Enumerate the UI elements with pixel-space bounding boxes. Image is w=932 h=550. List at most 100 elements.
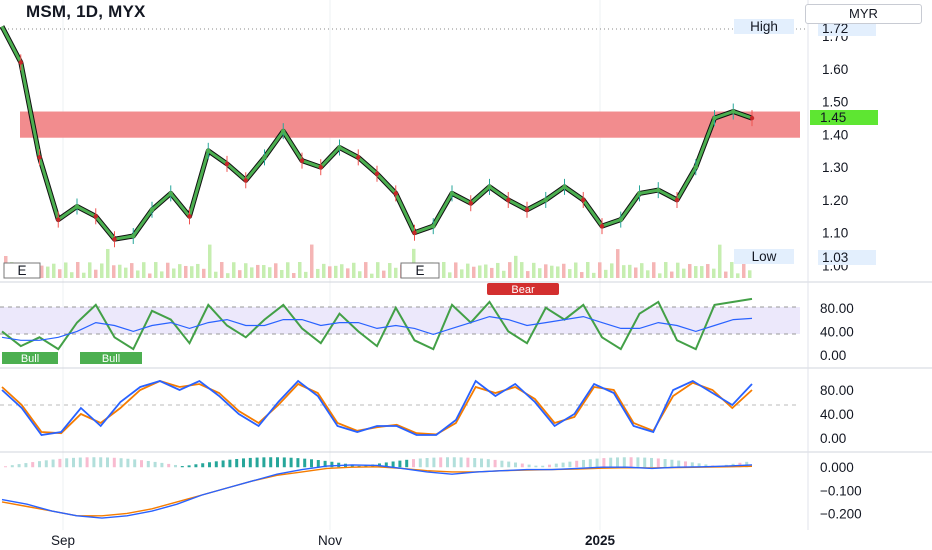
volume-bar [484,264,488,278]
volume-bar [382,270,386,278]
macd-histogram-bar [38,461,41,468]
macd-histogram-bar [201,463,205,468]
volume-bar [640,263,644,278]
macd-histogram-bar [208,462,211,468]
price-point [262,155,267,160]
volume-bar [454,262,458,278]
macd-histogram-bar [133,459,137,468]
volume-bar [316,268,320,278]
volume-bar [700,266,704,278]
time-tick-label: Sep [51,533,75,548]
volume-bar [688,264,692,278]
macd-histogram-bar [289,457,293,468]
volume-bar [610,263,614,278]
volume-bar [574,262,578,278]
volume-bar [358,271,362,278]
volume-bar [556,266,560,278]
volume-bar [268,267,272,278]
macd-histogram-bar [303,458,307,468]
price-point [168,191,173,196]
volume-bar [508,262,512,278]
volume-bar [634,267,638,278]
volume-bar [538,268,542,278]
macd-histogram-bar [310,459,313,468]
price-point [393,191,398,196]
price-point [93,214,98,219]
macd-histogram-bar [622,457,626,468]
volume-bar [526,271,530,278]
volume-bar [718,244,722,278]
volume-bar [346,268,350,278]
macd-histogram-bar [10,465,14,468]
volume-bar [580,272,584,278]
volume-bar [520,262,524,278]
volume-bar [628,264,632,278]
price-point [56,217,61,222]
volume-bar [52,263,56,278]
volume-bar [70,272,74,278]
currency-button[interactable]: MYR [805,4,922,24]
macd-histogram-bar [459,457,463,468]
macd-histogram-bar [85,457,89,468]
price-point [431,223,436,229]
symbol-title[interactable]: MSM, 1D, MYX [26,2,146,22]
macd-histogram-bar [575,460,579,468]
volume-bar [202,268,206,278]
macd-histogram-bar [439,457,443,468]
volume-bar [622,265,626,278]
price-point [731,109,736,114]
bull-label: Bull [80,352,142,365]
volume-bar [544,264,548,278]
bull-label: Bull [2,352,58,365]
volume-bar [646,270,650,278]
macd-histogram-bar [663,459,667,468]
volume-bar [730,262,734,278]
volume-bar [514,255,518,278]
earnings-marker[interactable]: E [3,262,41,279]
price-point [374,171,380,176]
low-badge: Low 1.03 [734,249,876,265]
volume-bar [106,248,110,278]
price-point [18,60,23,65]
macd-histogram-bar [180,466,184,468]
time-tick-label: 2025 [585,533,616,548]
volume-bar [76,262,80,278]
volume-bar [178,264,182,278]
price-point [506,197,511,203]
price-point [131,233,136,239]
time-axis: Sep Nov 2025 [51,533,616,548]
price-point [187,214,192,219]
volume-bar [724,271,728,278]
price-point [243,178,248,183]
macd-histogram-bar [534,465,538,468]
macd-histogram-bar [187,465,191,468]
price-point [712,115,717,121]
osc2-tick-label: 40.00 [820,407,854,422]
volume-bar [682,268,686,278]
macd-histogram-bar [405,459,409,468]
price-point [149,207,155,212]
volume-bar [100,263,104,278]
volume-bar [706,264,710,278]
macd-histogram-bar [602,458,606,468]
volume-bar [220,262,224,278]
volume-bar [172,268,176,278]
macd-histogram-bar [486,459,490,468]
macd-tick-label: −0.200 [820,506,862,521]
macd-histogram-bar [561,462,565,468]
price-point [356,155,361,160]
macd-histogram-bar [412,459,415,468]
macd-histogram-bar [418,458,422,468]
volume-bar [328,266,332,278]
volume-bar [652,262,656,278]
volume-bar [298,262,302,278]
volume-bar [262,265,266,278]
bear-label: Bear [487,283,559,296]
price-point [449,191,455,196]
volume-bar [286,262,290,278]
price-point [487,184,492,190]
macd-histogram-bar [425,458,429,468]
macd-histogram-bar [629,457,633,468]
earnings-marker[interactable]: E [400,262,440,279]
macd-histogram-bar [500,460,504,468]
